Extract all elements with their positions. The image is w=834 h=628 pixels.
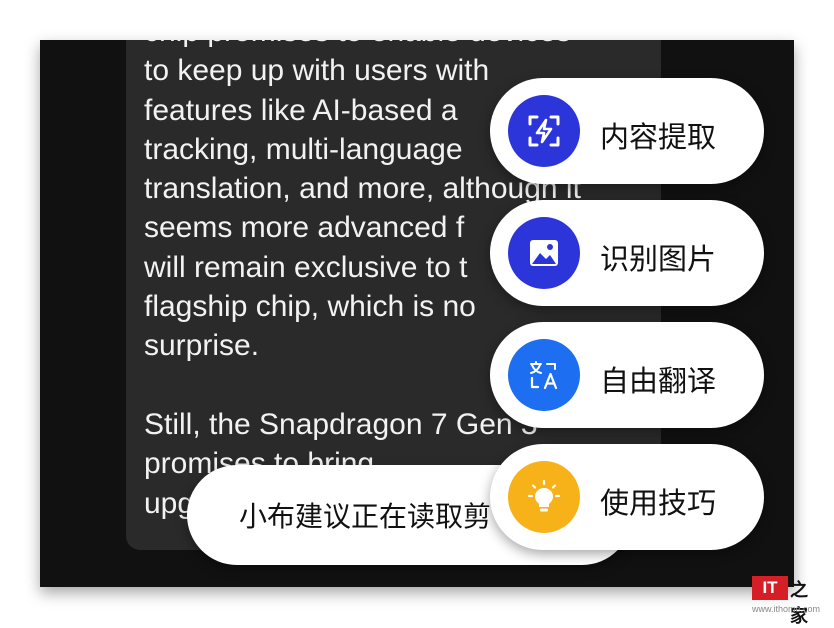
watermark-url: www.ithome.com xyxy=(752,604,821,614)
content-extract-button[interactable]: 内容提取 xyxy=(490,78,764,184)
toast-text: 小布建议正在读取剪 xyxy=(239,500,492,533)
content-extract-label: 内容提取 xyxy=(600,120,717,154)
content-extract-icon xyxy=(508,95,580,167)
image-recognition-icon xyxy=(508,217,580,289)
site-watermark: IT 之家 www.ithome.com xyxy=(752,576,824,627)
image-recognition-button[interactable]: 识别图片 xyxy=(490,200,764,306)
article-line: chip promises to enable devices xyxy=(144,40,664,51)
phone-screen: chip promises to enable devices to keep … xyxy=(40,40,794,587)
ithome-logo: IT xyxy=(752,576,788,600)
translate-button[interactable]: 自由翻译 xyxy=(490,322,764,428)
translate-label: 自由翻译 xyxy=(600,364,717,398)
translate-icon xyxy=(508,339,580,411)
usage-tips-button[interactable]: 使用技巧 xyxy=(490,444,764,550)
page: chip promises to enable devices to keep … xyxy=(0,0,834,628)
usage-tips-label: 使用技巧 xyxy=(600,486,717,520)
image-recognition-label: 识别图片 xyxy=(600,242,717,276)
lightbulb-icon xyxy=(508,461,580,533)
ithome-logo-glyph: 之家 xyxy=(790,580,808,627)
